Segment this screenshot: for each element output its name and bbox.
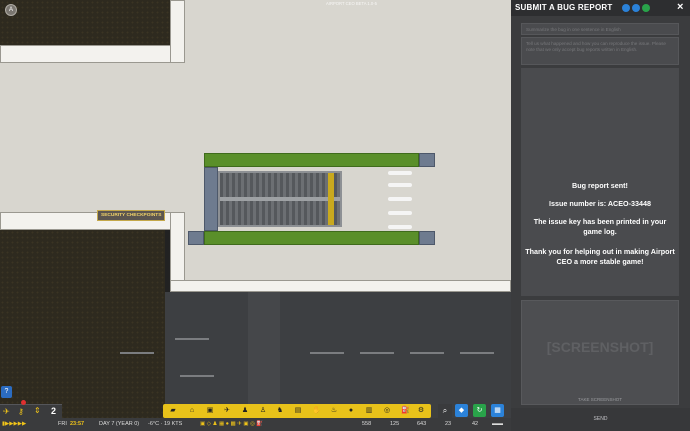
summary-field[interactable]: Summarize the bug in one sentence in Eng… — [521, 23, 679, 35]
road-marking — [180, 375, 214, 377]
day-name: FRI — [58, 421, 67, 427]
search-button[interactable]: ⌕ — [438, 404, 452, 418]
wall-block-right-top — [419, 153, 435, 167]
grass-strip-top — [204, 153, 419, 167]
wall-bottom — [170, 280, 511, 292]
security-mode-button[interactable]: ◆ — [455, 404, 468, 417]
scanner-4[interactable] — [388, 211, 412, 215]
zoom-level: 2 — [51, 406, 57, 416]
food-icon[interactable]: ♨ — [330, 407, 338, 415]
wall-block-right-bottom — [419, 231, 435, 245]
wall-block-left-bottom — [188, 231, 204, 245]
twitter-icon[interactable] — [642, 4, 650, 12]
settings-icon[interactable]: ⚙ — [417, 407, 425, 415]
thanks-message: Thank you for helping out in making Airp… — [525, 247, 675, 267]
scanner-5[interactable] — [388, 225, 412, 229]
wall-block-left — [204, 167, 218, 231]
road-marking — [120, 352, 154, 354]
day-label: DAY 7 (YEAR 0) — [99, 421, 140, 427]
speed-icon[interactable]: ⇕ — [34, 406, 41, 415]
status-sent: Bug report sent! — [572, 181, 628, 190]
ground-left — [0, 230, 165, 420]
status-message: Bug report sent! Issue number is: ACEO-3… — [521, 68, 679, 296]
wall-top — [0, 45, 185, 63]
stat-aircraft: 23 — [445, 421, 452, 427]
scanner-3[interactable] — [388, 197, 412, 201]
stat-staff: 643 — [417, 421, 427, 427]
road-marking — [360, 352, 394, 354]
security-area[interactable] — [188, 153, 435, 245]
group-icon[interactable]: ♞ — [276, 407, 284, 415]
hand-icon[interactable]: ✋ — [312, 407, 321, 415]
close-button[interactable]: × — [677, 1, 683, 13]
bug-report-panel: SUBMIT A BUG REPORT × Summarize the bug … — [511, 0, 690, 431]
grass-strip-bottom — [204, 231, 419, 245]
bus-icon[interactable]: ▣ — [206, 407, 214, 415]
weather-readout: -6°C · 19 KTS — [148, 421, 183, 427]
key-icon[interactable]: ⚷ — [18, 407, 24, 416]
taxiway-icon[interactable]: ⌂ — [188, 407, 196, 415]
globe-icon[interactable]: ◎ — [383, 407, 391, 415]
stats-button[interactable]: ↻ — [473, 404, 486, 417]
game-viewport[interactable]: SECURITY CHECKPOINTS A AIRPORT CEO BETA … — [0, 0, 690, 431]
stat-flights: 125 — [390, 421, 400, 427]
ground-top-left — [0, 0, 170, 45]
screenshot-area: [SCREENSHOT] TAKE SCREENSHOT — [521, 300, 679, 405]
bar-graph-icon[interactable]: ▬▬ — [492, 421, 503, 427]
plane-icon[interactable]: ✈ — [3, 407, 10, 416]
play-controls[interactable]: ▮▶▶▶▶▶ — [2, 421, 26, 427]
scanner-1[interactable] — [388, 171, 412, 175]
scanner-2[interactable] — [388, 183, 412, 187]
help-button[interactable]: ? — [1, 386, 12, 398]
build-toolbar: ▰ ⌂ ▣ ✈ ♟ ♙ ♞ ▤ ✋ ♨ ● ▥ ◎ ⛽ ⚙ — [163, 404, 431, 418]
road-marking — [410, 352, 444, 354]
status-icons[interactable]: ▣ ◇ ♟ ▦ ● ▩ ✈ ▣ ◎ ⛽ — [200, 421, 263, 427]
facebook-icon[interactable] — [632, 4, 640, 12]
status-bar: ▮▶▶▶▶▶ FRI 23:57 DAY 7 (YEAR 0) -6°C · 1… — [0, 418, 511, 431]
issue-key-note: The issue key has been printed in your g… — [533, 217, 667, 237]
wall-vertical — [170, 0, 185, 63]
description-field[interactable]: Tell us what happened and how you can re… — [521, 37, 679, 65]
road-lane — [248, 292, 280, 418]
road-marking — [310, 352, 344, 354]
take-screenshot-button[interactable]: TAKE SCREENSHOT — [522, 397, 678, 402]
notification-dot[interactable] — [21, 400, 26, 405]
screenshot-placeholder: [SCREENSHOT] — [546, 339, 654, 355]
luggage-icon[interactable]: ▤ — [294, 407, 302, 415]
escalator[interactable] — [218, 171, 342, 227]
issue-number: Issue number is: ACEO-33448 — [549, 199, 651, 208]
chart-icon[interactable]: ▥ — [365, 407, 373, 415]
discord-icon[interactable] — [622, 4, 630, 12]
staff-icon[interactable]: ♙ — [259, 407, 267, 415]
money-icon[interactable]: ● — [347, 407, 355, 415]
grid-button[interactable]: ▦ — [491, 404, 504, 417]
stat-passengers: 558 — [362, 421, 372, 427]
road-marking — [175, 338, 209, 340]
stat-fuel: 42 — [472, 421, 479, 427]
speed-panel: ✈ ⚷ ⇕ 2 — [0, 404, 62, 418]
build-version: AIRPORT CEO BETA 1.0-5 — [326, 1, 377, 6]
runway-icon[interactable]: ▰ — [169, 407, 177, 415]
game-time: 23:57 — [70, 421, 85, 427]
security-sign[interactable]: SECURITY CHECKPOINTS — [97, 210, 166, 221]
apron-road — [165, 292, 511, 418]
fuel-icon[interactable]: ⛽ — [401, 407, 410, 415]
send-button[interactable]: SEND — [511, 408, 690, 431]
game-logo[interactable]: A — [5, 4, 17, 16]
road-marking — [460, 352, 494, 354]
terminal-floor — [170, 0, 511, 290]
terminal-floor-left — [0, 62, 170, 212]
person-icon[interactable]: ♟ — [241, 407, 249, 415]
aircraft-icon[interactable]: ✈ — [223, 407, 231, 415]
panel-title: SUBMIT A BUG REPORT — [511, 0, 690, 16]
